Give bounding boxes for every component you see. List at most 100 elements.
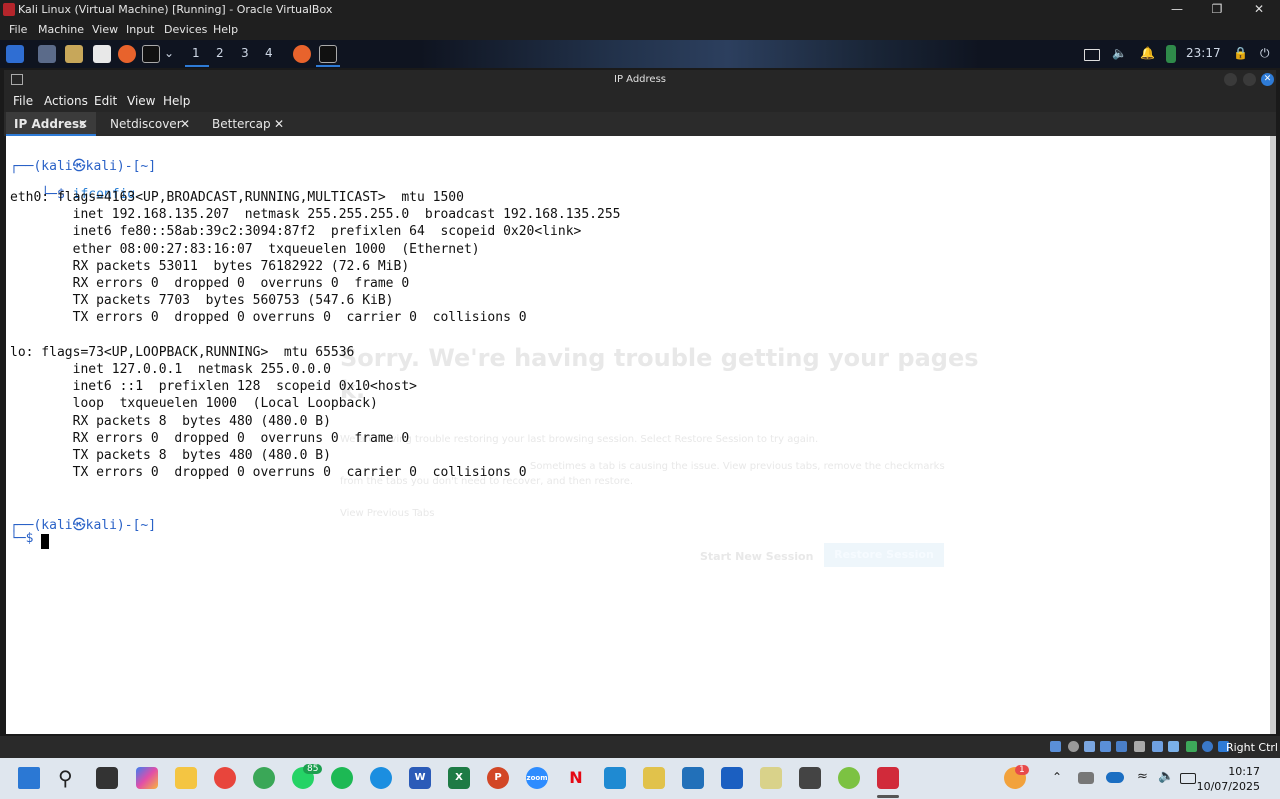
minimize-icon[interactable]: — bbox=[1162, 2, 1192, 16]
tab-label: Bettercap bbox=[212, 117, 271, 131]
firefox-task-icon[interactable] bbox=[293, 45, 311, 63]
display-settings-icon[interactable] bbox=[1152, 741, 1163, 752]
workspace-3[interactable]: 3 bbox=[241, 46, 249, 60]
optical-drive-icon[interactable] bbox=[1068, 741, 1079, 752]
window-close-button[interactable]: ✕ bbox=[1261, 73, 1274, 86]
chevron-down-icon[interactable]: ⌄ bbox=[164, 46, 174, 60]
terminal-menu-view[interactable]: View bbox=[127, 94, 155, 108]
workspace-1[interactable]: 1 bbox=[192, 46, 200, 60]
file-manager-icon[interactable] bbox=[65, 45, 83, 63]
wireshark-icon[interactable] bbox=[721, 767, 743, 789]
host-key-label: Right Ctrl bbox=[1225, 741, 1278, 754]
output-line: RX packets 8 bytes 480 (480.0 B) bbox=[10, 413, 331, 429]
close-icon[interactable]: ✕ bbox=[1244, 2, 1274, 16]
terminal-menu-help[interactable]: Help bbox=[163, 94, 190, 108]
tab-bettercap[interactable]: Bettercap ✕ bbox=[204, 112, 292, 136]
terminal-scrollbar[interactable] bbox=[1270, 136, 1276, 734]
window-maximize-button[interactable] bbox=[1243, 73, 1256, 86]
terminal-task-icon[interactable] bbox=[319, 45, 337, 63]
close-tab-icon[interactable]: ✕ bbox=[274, 112, 284, 136]
vbox-menu-input[interactable]: Input bbox=[126, 23, 154, 36]
tab-netdiscover[interactable]: Netdiscover ✕ bbox=[102, 112, 198, 136]
vbox-menu-machine[interactable]: Machine bbox=[38, 23, 84, 36]
vbox-menu-view[interactable]: View bbox=[92, 23, 118, 36]
restore-icon[interactable]: ❐ bbox=[1202, 2, 1232, 16]
vbox-menu-help[interactable]: Help bbox=[213, 23, 238, 36]
terminal-menu-edit[interactable]: Edit bbox=[94, 94, 117, 108]
panel-clock[interactable]: 23:17 bbox=[1186, 46, 1221, 60]
search-icon[interactable]: ⚲ bbox=[58, 766, 73, 790]
file-explorer-icon[interactable] bbox=[175, 767, 197, 789]
battery-tray-icon[interactable] bbox=[1180, 773, 1196, 784]
chrome-icon[interactable] bbox=[214, 767, 236, 789]
firefox-icon[interactable] bbox=[118, 45, 136, 63]
text-cursor bbox=[41, 534, 49, 549]
powerpoint-icon[interactable]: P bbox=[487, 767, 509, 789]
vbox-menu-file[interactable]: File bbox=[9, 23, 27, 36]
vscode-icon[interactable] bbox=[604, 767, 626, 789]
task-view-icon[interactable] bbox=[96, 767, 118, 789]
terminal-icon[interactable] bbox=[142, 45, 160, 63]
kali-panel: ⌄ 1 2 3 4 🔈 🔔 23:17 🔒 ⏻ bbox=[0, 40, 1280, 68]
output-line: TX errors 0 dropped 0 overruns 0 carrier… bbox=[10, 465, 527, 481]
spotify-icon[interactable] bbox=[331, 767, 353, 789]
teams-tray-icon[interactable] bbox=[1078, 772, 1094, 784]
network-icon[interactable] bbox=[1100, 741, 1111, 752]
chrome-profile-icon[interactable] bbox=[253, 767, 275, 789]
storage-icon[interactable] bbox=[1050, 741, 1061, 752]
calculator-icon[interactable] bbox=[643, 767, 665, 789]
notification-bell-icon[interactable]: 🔔 bbox=[1140, 46, 1155, 60]
terminal-menu-actions[interactable]: Actions bbox=[44, 94, 88, 108]
tab-label: IP Address bbox=[14, 117, 87, 131]
onedrive-icon[interactable] bbox=[1106, 772, 1124, 783]
show-desktop-icon[interactable] bbox=[38, 45, 56, 63]
display-icon[interactable] bbox=[1084, 49, 1100, 61]
terminal-menu-file[interactable]: File bbox=[13, 94, 33, 108]
system-clock[interactable]: 10:17 10/07/2025 bbox=[1197, 764, 1260, 794]
notification-badge: 1 bbox=[1015, 765, 1029, 775]
recording-icon[interactable] bbox=[1168, 741, 1179, 752]
output-line: inet6 ::1 prefixlen 128 scopeid 0x10<hos… bbox=[10, 379, 417, 395]
lock-icon[interactable]: 🔒 bbox=[1233, 46, 1248, 60]
terminal-output[interactable]: Sorry. We're having trouble getting your… bbox=[6, 136, 1270, 734]
edge-icon[interactable] bbox=[370, 767, 392, 789]
excel-icon[interactable]: X bbox=[448, 767, 470, 789]
start-icon[interactable] bbox=[18, 767, 40, 789]
visual-studio-icon[interactable] bbox=[682, 767, 704, 789]
active-workspace-indicator bbox=[185, 65, 209, 67]
copilot-icon[interactable] bbox=[136, 767, 158, 789]
output-line: ether 08:00:27:83:16:07 txqueuelen 1000 … bbox=[10, 241, 480, 257]
netflix-icon[interactable]: N bbox=[565, 767, 587, 789]
qgis-icon[interactable] bbox=[838, 767, 860, 789]
cpu-activity-icon[interactable] bbox=[1186, 741, 1197, 752]
tab-ip-address[interactable]: IP Address ✕ bbox=[6, 112, 96, 136]
tab-label: Netdiscover bbox=[110, 117, 182, 131]
vbox-menubar: File Machine View Input Devices Help bbox=[0, 20, 1280, 40]
mouse-integration-icon[interactable] bbox=[1202, 741, 1213, 752]
chevron-up-icon[interactable]: ⌃ bbox=[1052, 770, 1062, 784]
close-tab-icon[interactable]: ✕ bbox=[78, 112, 88, 136]
output-line: inet 127.0.0.1 netmask 255.0.0.0 bbox=[10, 362, 331, 377]
word-icon[interactable]: W bbox=[409, 767, 431, 789]
logout-icon[interactable]: ⏻ bbox=[1260, 46, 1270, 61]
vbox-menu-devices[interactable]: Devices bbox=[164, 23, 207, 36]
usb-icon[interactable] bbox=[1116, 741, 1127, 752]
speaker-icon[interactable]: 🔈 bbox=[1158, 769, 1174, 784]
wifi-icon[interactable]: ≈ bbox=[1137, 769, 1148, 784]
virtualbox-task-icon[interactable] bbox=[877, 767, 899, 789]
close-tab-icon[interactable]: ✕ bbox=[180, 112, 190, 136]
volume-icon[interactable]: 🔈 bbox=[1112, 46, 1127, 60]
ghost-start-new: Start New Session bbox=[700, 550, 814, 563]
active-app-indicator bbox=[877, 795, 899, 798]
shared-folders-icon[interactable] bbox=[1134, 741, 1145, 752]
windows-taskbar: ⚲ 85 W X P zoom N 1 ⌃ ≈ 🔈 10:17 10/07/20… bbox=[0, 758, 1280, 799]
workspace-4[interactable]: 4 bbox=[265, 46, 273, 60]
workspace-2[interactable]: 2 bbox=[216, 46, 224, 60]
snipping-tool-icon[interactable] bbox=[760, 767, 782, 789]
text-editor-icon[interactable] bbox=[93, 45, 111, 63]
notepad-icon[interactable] bbox=[799, 767, 821, 789]
zoom-icon[interactable]: zoom bbox=[526, 767, 548, 789]
kali-menu-icon[interactable] bbox=[6, 45, 24, 63]
window-minimize-button[interactable] bbox=[1224, 73, 1237, 86]
audio-icon[interactable] bbox=[1084, 741, 1095, 752]
